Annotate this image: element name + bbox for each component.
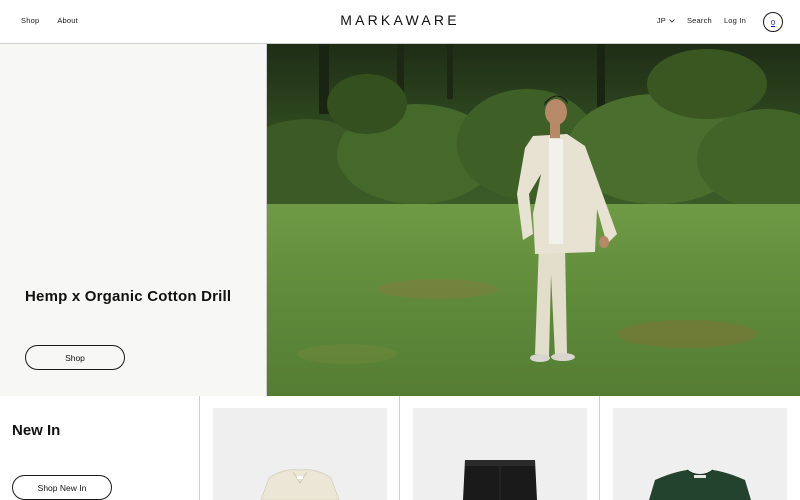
chevron-down-icon <box>669 18 675 23</box>
product-image[interactable] <box>613 408 787 500</box>
new-in-panel: New In Shop New In <box>0 396 200 500</box>
new-in-title: New In <box>12 422 61 439</box>
language-selector[interactable]: JP <box>657 16 675 25</box>
search-link[interactable]: Search <box>687 16 712 25</box>
cart-count: 0 <box>770 17 776 27</box>
product-card[interactable] <box>400 396 600 500</box>
language-label: JP <box>656 16 666 25</box>
utility-nav: JP Search Log In <box>657 16 746 25</box>
product-card[interactable] <box>600 396 800 500</box>
cart-button[interactable]: 0 <box>763 12 783 32</box>
product-card[interactable] <box>200 396 400 500</box>
login-link[interactable]: Log In <box>724 16 746 25</box>
hero-shop-button[interactable]: Shop <box>25 345 125 370</box>
hero-section: Hemp x Organic Cotton Drill Shop <box>0 44 800 396</box>
hero-panel: Hemp x Organic Cotton Drill Shop <box>0 44 267 396</box>
green-tshirt-image <box>649 469 751 500</box>
hero-title: Hemp x Organic Cotton Drill <box>25 288 232 305</box>
cream-jacket-image <box>260 469 340 500</box>
product-image[interactable] <box>413 408 587 500</box>
black-trousers-image <box>463 460 537 500</box>
shop-new-in-button[interactable]: Shop New In <box>12 475 112 500</box>
hero-image[interactable] <box>267 44 800 396</box>
new-in-section: New In Shop New In <box>0 396 800 500</box>
site-header: Shop About MARKAWARE JP Search Log In 0 <box>0 0 800 44</box>
hero-photo-model-in-field <box>267 44 800 396</box>
product-image[interactable] <box>213 408 387 500</box>
